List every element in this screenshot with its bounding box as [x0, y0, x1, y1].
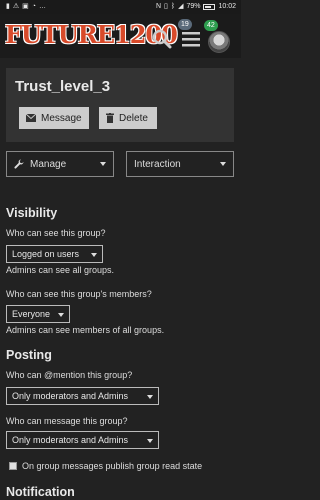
site-header: FUTURE1200 19 42 — [0, 14, 241, 58]
search-icon[interactable] — [152, 29, 172, 49]
members-visibility-label: Who can see this group's members? — [6, 289, 152, 299]
envelope-icon — [26, 114, 36, 122]
posting-heading: Posting — [6, 348, 52, 362]
wrench-icon — [14, 159, 24, 169]
status-icons-left: ▮ ⚠ ▣ ◔ … — [6, 3, 46, 11]
mention-select[interactable]: Only moderators and Admins — [6, 387, 159, 405]
message-permission-value: Only moderators and Admins — [12, 435, 129, 445]
battery-percent: 79% — [186, 3, 201, 10]
caret-down-icon — [100, 162, 106, 166]
message-button[interactable]: Message — [19, 107, 89, 129]
delete-button-label: Delete — [119, 112, 148, 124]
clock-time: 10:02 — [218, 3, 236, 10]
publish-read-state-checkbox[interactable] — [9, 462, 17, 470]
caret-down-icon — [147, 439, 153, 443]
visibility-heading: Visibility — [6, 206, 58, 220]
caret-down-icon — [147, 395, 153, 399]
delete-button[interactable]: Delete — [99, 107, 157, 129]
mention-label: Who can @mention this group? — [6, 370, 133, 380]
vibrate-icon: ▯ — [164, 3, 168, 10]
status-icons-right: N ▯ ᛒ ◢ 79% 10:02 — [156, 3, 236, 11]
interaction-dropdown-label: Interaction — [134, 158, 181, 170]
cellular-icon: ◢ — [178, 3, 184, 10]
more-icon: … — [39, 3, 46, 10]
members-visibility-value: Everyone — [12, 309, 51, 319]
nfc-icon: N — [155, 3, 161, 10]
notification-heading: Notification — [6, 485, 75, 499]
manage-dropdown[interactable]: Manage — [6, 151, 114, 177]
message-permission-label: Who can message this group? — [6, 416, 128, 426]
interaction-dropdown[interactable]: Interaction — [126, 151, 234, 177]
signal-icon: ▮ — [6, 3, 10, 10]
caret-down-icon — [220, 162, 226, 166]
publish-read-state-label: On group messages publish group read sta… — [22, 461, 203, 471]
warning-icon: ⚠ — [12, 3, 20, 10]
bluetooth-icon: ᛒ — [170, 3, 176, 10]
user-avatar[interactable] — [208, 31, 230, 53]
wifi-icon: ◔ — [31, 3, 36, 10]
message-count-badge[interactable]: 42 — [204, 20, 218, 31]
trash-icon — [106, 113, 114, 123]
battery-icon — [203, 4, 216, 10]
hamburger-menu-icon[interactable] — [181, 29, 201, 49]
notification-count-badge[interactable]: 19 — [178, 19, 192, 30]
who-can-see-select[interactable]: Logged on users — [6, 245, 103, 263]
message-permission-select[interactable]: Only moderators and Admins — [6, 431, 159, 449]
mention-value: Only moderators and Admins — [12, 391, 129, 401]
who-can-see-value: Logged on users — [12, 249, 80, 259]
caret-down-icon — [58, 313, 64, 317]
image-icon: ▣ — [22, 3, 29, 10]
caret-down-icon — [91, 253, 97, 257]
status-bar: ▮ ⚠ ▣ ◔ … N ▯ ᛒ ◢ 79% 10:02 — [0, 0, 241, 14]
who-can-see-note: Admins can see all groups. — [6, 265, 115, 275]
who-can-see-label: Who can see this group? — [6, 228, 106, 238]
members-visibility-note: Admins can see members of all groups. — [6, 325, 165, 335]
members-visibility-select[interactable]: Everyone — [6, 305, 70, 323]
group-title: Trust_level_3 — [15, 78, 111, 95]
message-button-label: Message — [41, 112, 82, 124]
manage-dropdown-label: Manage — [30, 158, 67, 170]
